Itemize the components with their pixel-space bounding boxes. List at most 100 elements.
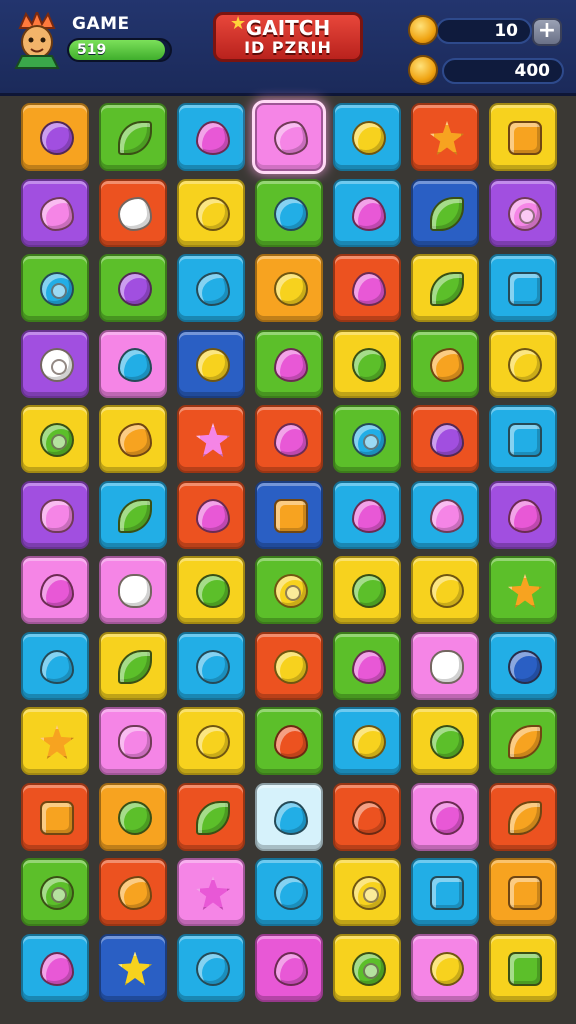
board-tile[interactable]	[411, 782, 479, 851]
board-tile[interactable]	[411, 480, 479, 549]
heart-gem-icon	[274, 347, 308, 382]
board-tile[interactable]	[99, 556, 167, 624]
board-tile[interactable]	[99, 329, 167, 398]
board-tile[interactable]	[489, 178, 557, 247]
board-tile[interactable]	[177, 103, 245, 171]
board-tile[interactable]	[99, 103, 167, 171]
circle-gem-icon	[274, 272, 308, 306]
board-tile[interactable]	[333, 329, 401, 398]
board-tile[interactable]	[21, 782, 89, 851]
board-tile[interactable]	[177, 405, 245, 473]
board-tile[interactable]	[177, 707, 245, 775]
board-tile[interactable]	[255, 556, 323, 624]
board-tile[interactable]	[255, 405, 323, 473]
board-tile[interactable]	[489, 707, 557, 775]
board-tile[interactable]	[333, 405, 401, 473]
board-tile[interactable]	[21, 329, 89, 398]
board-tile[interactable]	[177, 329, 245, 398]
board-tile[interactable]	[255, 178, 323, 247]
ring-gem-icon	[40, 876, 74, 910]
board-tile[interactable]	[99, 405, 167, 473]
board-tile[interactable]	[489, 858, 557, 926]
board-tile[interactable]	[255, 631, 323, 700]
board-tile[interactable]	[255, 707, 323, 775]
board-tile[interactable]	[99, 631, 167, 700]
circle-gem-icon	[118, 272, 152, 306]
circle-gem-icon	[40, 121, 74, 155]
board-tile[interactable]	[99, 480, 167, 549]
star-gem-icon	[508, 574, 542, 608]
heart-gem-icon	[40, 649, 74, 684]
board-tile[interactable]	[99, 782, 167, 851]
circle-gem-icon	[352, 121, 386, 155]
circle-gem-icon	[274, 649, 308, 684]
board-tile[interactable]	[489, 405, 557, 473]
board-tile[interactable]	[489, 254, 557, 322]
board-tile[interactable]	[333, 707, 401, 775]
board-tile[interactable]	[99, 178, 167, 247]
board-tile[interactable]	[21, 103, 89, 171]
board-tile[interactable]	[411, 405, 479, 473]
board-tile[interactable]	[333, 178, 401, 247]
leaf-gem-icon	[118, 498, 152, 533]
board-tile[interactable]	[333, 103, 401, 171]
board-tile[interactable]	[255, 933, 323, 1002]
board-tile[interactable]	[333, 480, 401, 549]
board-tile[interactable]	[411, 631, 479, 700]
board-tile[interactable]	[255, 254, 323, 322]
board-tile[interactable]	[99, 707, 167, 775]
board-tile[interactable]	[21, 480, 89, 549]
board-tile[interactable]	[411, 556, 479, 624]
blob-gem-icon	[196, 272, 230, 306]
board-tile[interactable]	[177, 631, 245, 700]
board-tile[interactable]	[255, 858, 323, 926]
board-tile[interactable]	[333, 933, 401, 1002]
board-tile[interactable]	[411, 858, 479, 926]
board-tile[interactable]	[21, 933, 89, 1002]
board-tile[interactable]	[255, 480, 323, 549]
board-tile[interactable]	[489, 480, 557, 549]
board-tile[interactable]	[333, 254, 401, 322]
board-tile[interactable]	[489, 631, 557, 700]
board-tile[interactable]	[489, 329, 557, 398]
board-tile[interactable]	[21, 178, 89, 247]
board-tile[interactable]	[411, 178, 479, 247]
board-tile[interactable]	[489, 782, 557, 851]
board-tile[interactable]	[21, 631, 89, 700]
board-tile[interactable]	[177, 782, 245, 851]
board-tile[interactable]	[411, 254, 479, 322]
board-tile[interactable]	[21, 405, 89, 473]
add-coins-button[interactable]: +	[532, 18, 562, 46]
board-tile[interactable]	[177, 480, 245, 549]
player-name: GAME	[72, 14, 130, 34]
board-tile[interactable]	[489, 556, 557, 624]
board-tile[interactable]	[411, 707, 479, 775]
board-tile[interactable]	[21, 254, 89, 322]
board-tile[interactable]	[177, 556, 245, 624]
board-tile[interactable]	[177, 858, 245, 926]
board-tile[interactable]	[411, 329, 479, 398]
blob-gem-icon	[118, 423, 152, 457]
board-tile[interactable]	[99, 858, 167, 926]
board-tile[interactable]	[411, 933, 479, 1002]
board-tile[interactable]	[177, 254, 245, 322]
board-tile[interactable]	[411, 103, 479, 171]
board-tile[interactable]	[333, 631, 401, 700]
board-tile[interactable]	[489, 103, 557, 171]
board-tile[interactable]	[489, 933, 557, 1002]
square-gem-icon	[508, 876, 542, 910]
board-tile[interactable]	[333, 858, 401, 926]
board-tile[interactable]	[99, 254, 167, 322]
board-tile[interactable]	[177, 933, 245, 1002]
board-tile[interactable]	[21, 556, 89, 624]
board-tile[interactable]	[21, 858, 89, 926]
board-tile[interactable]	[177, 178, 245, 247]
board-tile[interactable]	[255, 103, 323, 171]
board-tile[interactable]	[255, 782, 323, 851]
board-tile[interactable]	[99, 933, 167, 1002]
player-avatar[interactable]	[12, 9, 62, 70]
board-tile[interactable]	[333, 556, 401, 624]
board-tile[interactable]	[21, 707, 89, 775]
board-tile[interactable]	[255, 329, 323, 398]
board-tile[interactable]	[333, 782, 401, 851]
